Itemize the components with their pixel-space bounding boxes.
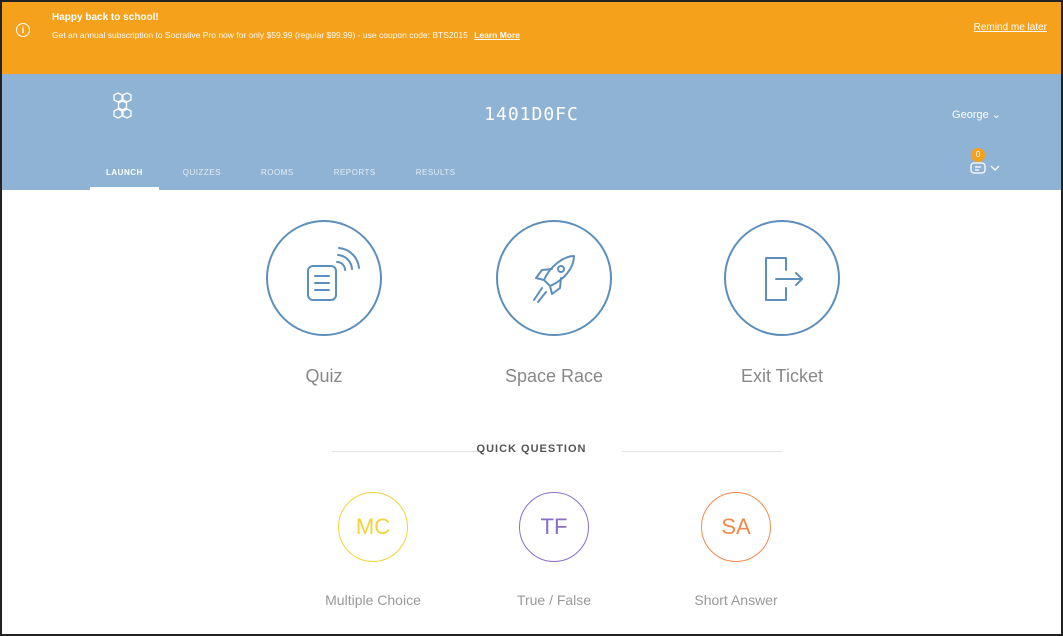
multiple-choice-label[interactable]: Multiple Choice	[308, 592, 438, 608]
exit-ticket-label[interactable]: Exit Ticket	[724, 366, 840, 387]
exit-ticket-circle[interactable]	[724, 220, 840, 336]
quiz-broadcast-icon	[307, 247, 360, 301]
banner-message: Get an annual subscription to Socrative …	[52, 28, 652, 43]
tf-circle[interactable]: TF	[519, 492, 589, 562]
short-answer-button[interactable]: SA Short Answer	[671, 492, 801, 608]
tab-launch[interactable]: LAUNCH	[90, 160, 159, 190]
space-race-activity[interactable]: Space Race	[496, 220, 612, 387]
info-icon: i	[16, 23, 30, 37]
notification-badge: 0	[971, 148, 985, 162]
tab-quizzes[interactable]: QUIZZES	[167, 160, 237, 190]
app-header: 1401D0FC George ⌄ LAUNCH QUIZZES ROOMS R…	[2, 74, 1061, 190]
exit-door-icon	[765, 257, 803, 301]
quiz-activity[interactable]: Quiz	[266, 220, 382, 387]
exit-ticket-activity[interactable]: Exit Ticket	[724, 220, 840, 387]
space-race-label[interactable]: Space Race	[496, 366, 612, 387]
quick-question-heading: QUICK QUESTION	[476, 443, 587, 455]
user-menu[interactable]: George ⌄	[952, 108, 1001, 121]
quiz-circle[interactable]	[266, 220, 382, 336]
true-false-button[interactable]: TF True / False	[489, 492, 619, 608]
mc-circle[interactable]: MC	[338, 492, 408, 562]
tab-rooms[interactable]: ROOMS	[245, 160, 310, 190]
quiz-label[interactable]: Quiz	[266, 366, 382, 387]
remind-me-later-link[interactable]: Remind me later	[974, 22, 1047, 33]
tab-results[interactable]: RESULTS	[400, 160, 472, 190]
learn-more-link[interactable]: Learn More	[474, 30, 520, 40]
banner-message-text: Get an annual subscription to Socrative …	[52, 30, 468, 40]
notifications-menu[interactable]: 0	[969, 148, 1003, 184]
true-false-label[interactable]: True / False	[489, 592, 619, 608]
room-name: 1401D0FC	[484, 104, 579, 125]
space-race-circle[interactable]	[496, 220, 612, 336]
tab-reports[interactable]: REPORTS	[318, 160, 392, 190]
short-answer-label[interactable]: Short Answer	[671, 592, 801, 608]
promo-banner: i Happy back to school! Get an annual su…	[2, 2, 1061, 74]
multiple-choice-button[interactable]: MC Multiple Choice	[308, 492, 438, 608]
banner-title: Happy back to school!	[52, 12, 159, 23]
sa-circle[interactable]: SA	[701, 492, 771, 562]
rocket-icon	[533, 255, 575, 303]
nav-tabs: LAUNCH QUIZZES ROOMS REPORTS RESULTS	[90, 160, 480, 190]
